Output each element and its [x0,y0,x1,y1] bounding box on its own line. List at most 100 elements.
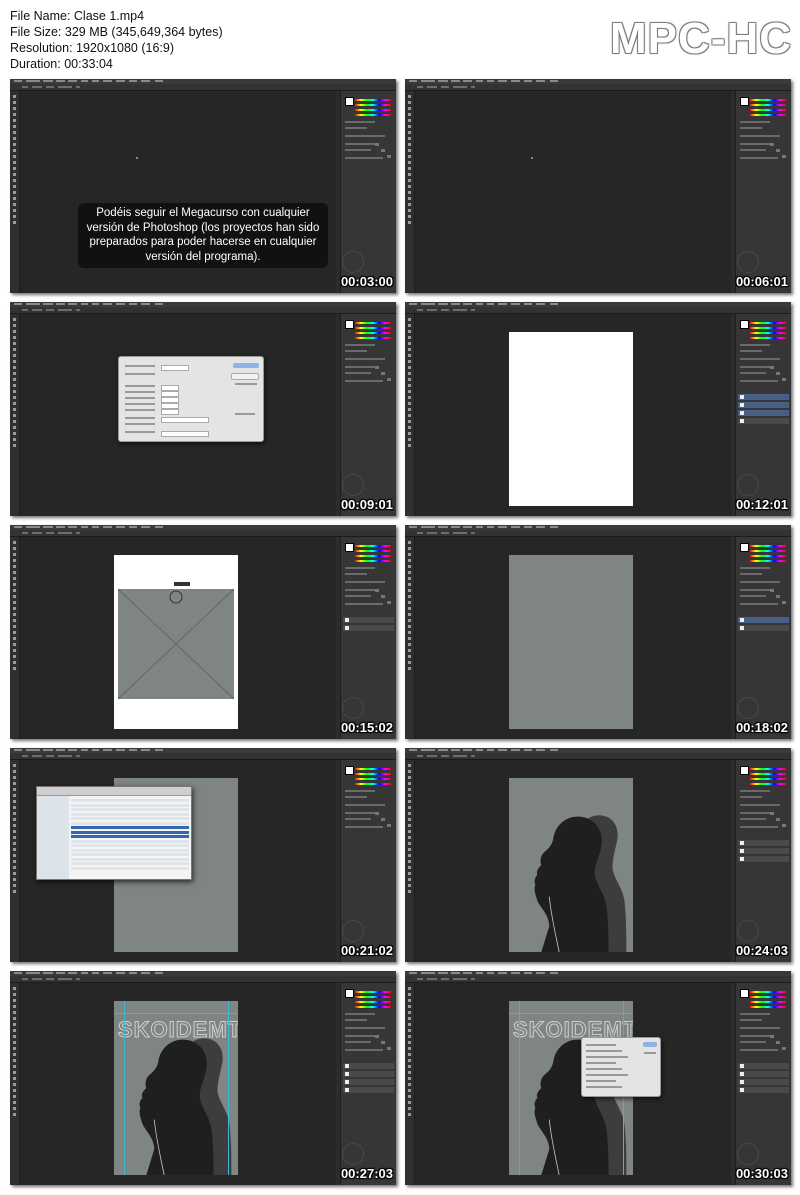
finder-sidebar[interactable] [37,796,69,879]
layer-row[interactable] [343,625,394,631]
layer-row[interactable] [343,1063,394,1069]
file-row[interactable] [71,857,189,861]
canvas-area[interactable] [415,91,735,293]
layer-row[interactable] [738,1079,789,1085]
file-row[interactable] [71,808,189,811]
color-sliders[interactable] [750,545,786,565]
color-swatch[interactable] [740,97,749,106]
file-row[interactable] [71,844,189,847]
layer-row[interactable] [738,840,789,846]
layer-style-dialog[interactable] [581,1037,661,1097]
tools-panel[interactable] [10,983,20,1185]
tools-panel[interactable] [405,983,415,1185]
file-row[interactable] [71,830,189,834]
watermark-icon [737,474,759,496]
file-row[interactable] [71,821,189,825]
layer-row[interactable] [343,617,394,623]
document-canvas[interactable] [509,332,633,506]
file-row[interactable] [71,812,189,816]
file-row[interactable] [71,826,189,829]
video-thumbnail[interactable]: 00:15:02 [10,525,396,739]
tools-panel[interactable] [10,91,20,293]
cursor [531,157,533,159]
color-sliders[interactable] [750,322,786,342]
file-row[interactable] [71,839,189,843]
layer-row[interactable] [343,1071,394,1077]
cancel-button[interactable] [231,373,259,380]
color-sliders[interactable] [750,768,786,788]
file-row[interactable] [71,803,189,807]
color-sliders[interactable] [355,545,391,565]
layer-row[interactable] [738,856,789,862]
video-thumbnail[interactable]: 00:18:02 [405,525,791,739]
color-swatch[interactable] [345,989,354,998]
file-row[interactable] [71,866,189,870]
watermark-icon [737,251,759,273]
file-row[interactable] [71,835,189,838]
layer-row[interactable] [738,1063,789,1069]
dialog-field[interactable] [161,431,209,437]
color-swatch[interactable] [345,766,354,775]
tools-panel[interactable] [405,314,415,516]
file-row[interactable] [71,848,189,852]
file-row[interactable] [71,817,189,820]
layer-row[interactable] [738,418,789,424]
layer-row[interactable] [738,1071,789,1077]
document-canvas[interactable] [509,555,633,729]
color-sliders[interactable] [355,322,391,342]
tools-panel[interactable] [405,91,415,293]
color-sliders[interactable] [355,768,391,788]
layer-row[interactable] [738,1087,789,1093]
tools-panel[interactable] [405,760,415,962]
tools-panel[interactable] [10,537,20,739]
video-thumbnail[interactable]: Podéis seguir el Megacurso con cualquier… [10,79,396,293]
layer-row[interactable] [738,410,789,416]
color-swatch[interactable] [345,97,354,106]
color-swatch[interactable] [740,320,749,329]
ok-button[interactable] [643,1042,657,1047]
layer-row[interactable] [738,617,789,623]
file-row[interactable] [71,862,189,865]
video-thumbnail[interactable]: 00:06:01 [405,79,791,293]
tools-panel[interactable] [10,314,20,516]
dialog-field[interactable] [161,417,209,423]
layer-row[interactable] [738,848,789,854]
color-swatch[interactable] [345,320,354,329]
video-thumbnail[interactable]: SKOIDEMTO00:30:03 [405,971,791,1185]
file-browser-window[interactable] [36,786,192,880]
dialog-field[interactable] [161,409,179,415]
tools-panel[interactable] [405,537,415,739]
video-thumbnail[interactable]: 00:21:02 [10,748,396,962]
color-sliders[interactable] [750,99,786,119]
layer-row[interactable] [343,1079,394,1085]
document-canvas[interactable] [114,555,238,729]
file-row[interactable] [71,799,189,802]
document-canvas[interactable]: SKOIDEMTO [114,1001,238,1175]
color-swatch[interactable] [345,543,354,552]
video-thumbnail[interactable]: 00:24:03 [405,748,791,962]
color-swatch[interactable] [740,766,749,775]
color-swatch[interactable] [740,989,749,998]
color-swatch[interactable] [740,543,749,552]
ok-button[interactable] [233,363,259,368]
video-thumbnail[interactable]: SKOIDEMTO 00:27:03 [10,971,396,1185]
color-sliders[interactable] [355,99,391,119]
document-canvas[interactable] [509,778,633,952]
tools-panel[interactable] [10,760,20,962]
options-bar [10,530,396,537]
dialog-field[interactable] [161,365,189,371]
file-row[interactable] [71,853,189,856]
new-document-dialog[interactable] [118,356,264,442]
color-sliders[interactable] [750,991,786,1011]
timecode: 00:06:01 [735,274,788,289]
caption-box: Podéis seguir el Megacurso con cualquier… [78,203,328,268]
layer-row[interactable] [343,1087,394,1093]
video-thumbnail[interactable]: 00:12:01 [405,302,791,516]
color-sliders[interactable] [355,991,391,1011]
video-thumbnail[interactable]: 00:09:01 [10,302,396,516]
options-bar [10,307,396,314]
file-info: File Name: Clase 1.mp4 File Size: 329 MB… [10,8,223,72]
layer-row[interactable] [738,625,789,631]
layer-row[interactable] [738,402,789,408]
layer-row[interactable] [738,394,789,400]
